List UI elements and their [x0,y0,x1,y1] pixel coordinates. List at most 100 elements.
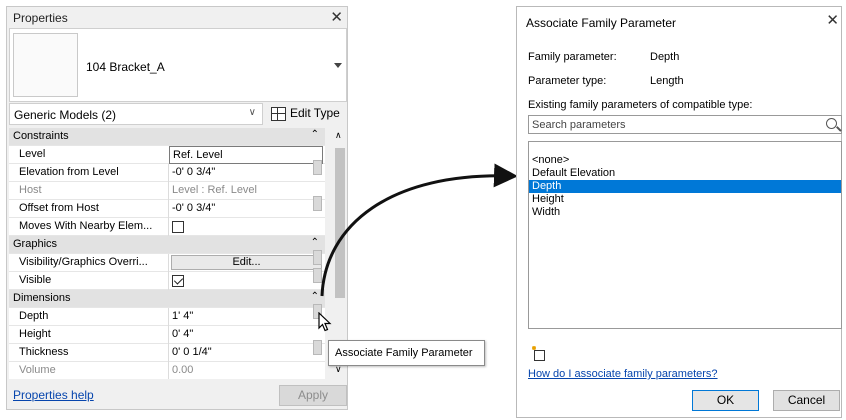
collapse-icon[interactable]: ⌃ [311,291,319,302]
property-label: Elevation from Level [19,166,119,178]
type-name: 104 Bracket_A [86,60,165,74]
associate-parameter-button[interactable] [313,268,322,283]
list-item[interactable]: Width [532,206,838,219]
level-value-field[interactable]: Ref. Level [169,146,323,164]
parameter-type-label: Parameter type: [528,75,607,87]
association-help-link[interactable]: How do I associate family parameters? [528,368,718,380]
scroll-up-icon[interactable]: ∧ [335,130,342,141]
dialog-title: Associate Family Parameter [526,16,677,30]
properties-palette: Properties ✕ 104 Bracket_A Generic Model… [6,6,348,410]
property-label: Moves With Nearby Elem... [19,220,153,232]
group-label: Dimensions [13,292,71,304]
checkbox[interactable] [172,221,184,233]
search-icon[interactable] [826,118,837,129]
property-value-cell: Level : Ref. Level [168,182,325,200]
edit-type-label: Edit Type [290,106,340,120]
property-value-cell[interactable]: -0' 0 3/4" [168,164,325,182]
property-value: 1' 4" [172,310,194,322]
parameter-type-value: Length [650,75,684,87]
property-label: Visible [19,274,52,286]
dropdown-caret-icon[interactable] [334,63,342,68]
list-item[interactable]: Height [532,193,838,206]
property-value: Ref. Level [173,149,223,161]
associate-family-parameter-dialog: Associate Family Parameter ✕ Family para… [516,6,842,418]
cancel-button[interactable]: Cancel [773,390,840,411]
existing-parameters-label: Existing family parameters of compatible… [528,99,753,111]
edit-type-icon [271,107,286,121]
property-value-cell[interactable] [168,218,325,236]
property-row[interactable]: Height 0' 4" [9,326,325,344]
list-item[interactable]: Default Elevation [532,167,838,180]
tooltip: Associate Family Parameter [328,340,485,366]
mouse-cursor-icon [318,312,332,332]
group-header[interactable]: Constraints ⌃ [9,128,325,146]
instance-filter-select[interactable]: Generic Models (2) ∨ [9,103,263,125]
property-value: -0' 0 3/4" [172,166,216,178]
property-row[interactable]: Offset from Host -0' 0 3/4" [9,200,325,218]
group-label: Constraints [13,130,69,142]
properties-grid: Constraints ⌃ Level Ref. Level Elevation fro… [9,128,325,379]
apply-button[interactable]: Apply [279,385,347,406]
close-icon[interactable]: ✕ [826,11,839,29]
property-label: Thickness [19,346,69,358]
edit-overrides-button[interactable]: Edit... [171,255,322,270]
parameter-list[interactable]: <none> Default Elevation Depth Height Width [528,141,842,329]
property-row[interactable]: Elevation from Level -0' 0 3/4" [9,164,325,182]
properties-help-link[interactable]: Properties help [13,388,94,402]
property-label: Host [19,184,42,196]
property-label: Visibility/Graphics Overri... [19,256,148,268]
property-row[interactable]: Thickness 0' 0 1/4" [9,344,325,362]
chevron-down-icon[interactable]: ∨ [249,107,256,118]
property-row[interactable]: Moves With Nearby Elem... [9,218,325,236]
ok-button[interactable]: OK [692,390,759,411]
property-row[interactable]: Visibility/Graphics Overri... Edit... [9,254,325,272]
edit-type-button[interactable]: Edit Type [269,103,347,125]
property-value: 0' 0 1/4" [172,346,212,358]
property-value-cell: 0.00 [168,362,325,379]
associate-parameter-button[interactable] [313,160,322,175]
search-input[interactable]: Search parameters [528,115,842,134]
property-row[interactable]: Depth 1' 4" [9,308,325,326]
filter-label: Generic Models (2) [14,108,117,122]
family-parameter-value: Depth [650,51,680,63]
property-label: Volume [19,364,56,376]
property-value: -0' 0 3/4" [172,202,216,214]
property-value-cell[interactable]: 1' 4" [168,308,325,326]
property-label: Level [19,148,46,160]
scrollbar-thumb[interactable] [335,148,345,298]
family-parameter-label: Family parameter: [528,51,617,63]
property-row[interactable]: Visible [9,272,325,290]
tooltip-text: Associate Family Parameter [335,347,473,359]
property-value-cell[interactable]: Edit... [168,254,325,272]
associate-parameter-button[interactable] [313,250,322,265]
new-parameter-icon[interactable] [531,345,547,361]
property-label: Height [19,328,51,340]
associate-parameter-button[interactable] [313,196,322,211]
search-placeholder: Search parameters [532,119,626,131]
list-item[interactable]: <none> [532,154,838,167]
property-row[interactable]: Host Level : Ref. Level [9,182,325,200]
group-label: Graphics [13,238,58,250]
associate-parameter-button[interactable] [313,340,322,355]
property-label: Offset from Host [19,202,99,214]
property-value: Level : Ref. Level [172,184,257,196]
checkbox[interactable] [172,275,184,287]
property-value-cell[interactable]: -0' 0 3/4" [168,200,325,218]
type-selector[interactable]: 104 Bracket_A [9,28,347,102]
list-item[interactable]: Depth [529,180,841,193]
property-row[interactable]: Level Ref. Level [9,146,325,164]
close-icon[interactable]: ✕ [330,8,343,26]
property-label: Depth [19,310,49,322]
property-value: 0.00 [172,364,194,376]
group-header[interactable]: Dimensions ⌃ [9,290,325,308]
properties-title: Properties [13,11,68,25]
property-value-cell[interactable]: 0' 0 1/4" [168,344,325,362]
type-thumbnail [13,33,78,97]
property-row[interactable]: Volume 0.00 [9,362,325,379]
property-value-cell[interactable]: 0' 4" [168,326,325,344]
collapse-icon[interactable]: ⌃ [311,129,319,140]
property-value-cell[interactable] [168,272,325,290]
property-value: 0' 4" [172,328,194,340]
collapse-icon[interactable]: ⌃ [311,237,319,248]
group-header[interactable]: Graphics ⌃ [9,236,325,254]
